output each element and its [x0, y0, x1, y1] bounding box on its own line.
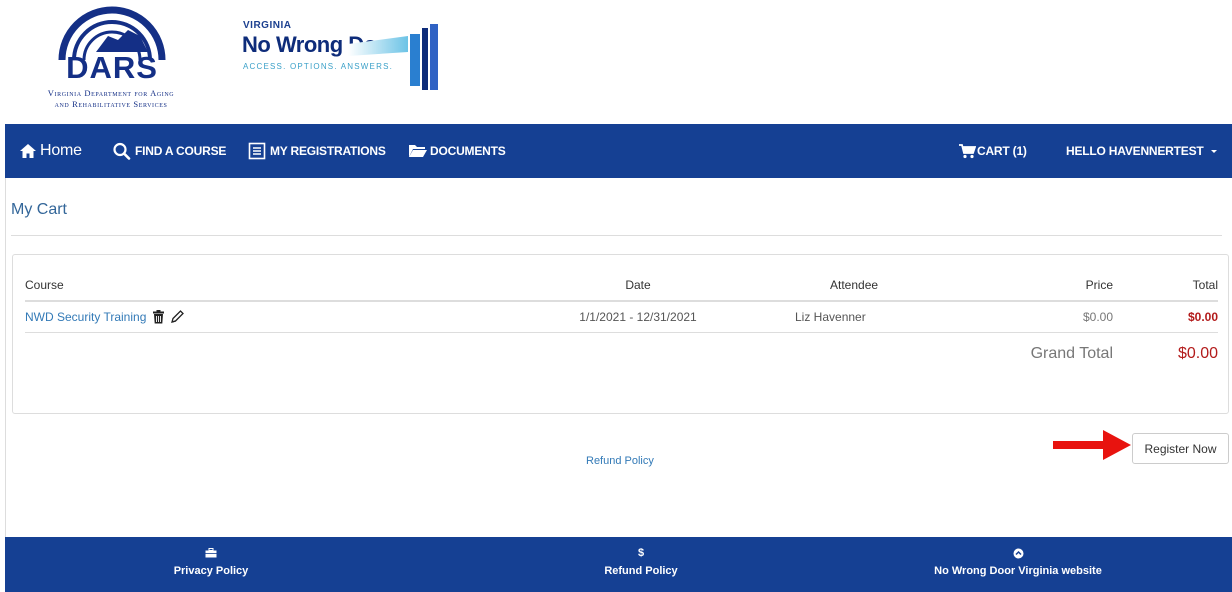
nwd-logo-state: VIRGINIA	[243, 20, 292, 31]
folder-open-icon	[409, 145, 427, 157]
red-arrow-annotation	[1053, 430, 1131, 460]
home-icon	[20, 144, 36, 158]
main-navbar: Home FIND A COURSE MY REGISTRATIONS DOCU…	[5, 124, 1232, 178]
nav-home[interactable]: Home	[19, 124, 82, 178]
grand-total-spacer-2	[481, 332, 795, 376]
nav-find-course[interactable]: FIND A COURSE	[112, 124, 226, 178]
trash-icon[interactable]	[152, 309, 165, 324]
cart-item-attendee: Liz Havenner	[795, 301, 945, 333]
briefcase-icon	[205, 548, 217, 558]
grand-total-value: $0.00	[1177, 345, 1218, 363]
nav-my-registrations-label: MY REGISTRATIONS	[270, 144, 386, 158]
header-date: Date	[481, 269, 795, 302]
table-row: NWD Security Training 1/1/2021 - 12/31/2…	[25, 301, 1218, 333]
cart-table-header: Course Date Attendee Price Total	[25, 269, 1218, 302]
nwd-logo[interactable]: VIRGINIA No Wrong Door ACCESS. OPTIONS. …	[238, 20, 458, 100]
cart-item-course-link[interactable]: NWD Security Training	[25, 310, 146, 324]
site-header: DARS Virginia Department for Aging and R…	[0, 0, 1232, 124]
dars-wordmark: DARS	[66, 50, 158, 85]
dars-subtitle-line1: Virginia Department for Aging	[47, 88, 175, 98]
nav-user-menu[interactable]: HELLO HAVENNERTEST	[1066, 124, 1219, 178]
site-footer: Privacy Policy $ Refund Policy No Wrong …	[5, 537, 1232, 592]
list-icon	[248, 142, 266, 160]
nav-find-course-label: FIND A COURSE	[135, 144, 227, 158]
footer-privacy-policy[interactable]: Privacy Policy	[91, 545, 331, 577]
nwd-door-icon	[348, 24, 438, 90]
cart-item-course-cell: NWD Security Training	[25, 301, 481, 333]
cart-item-date: 1/1/2021 - 12/31/2021	[481, 301, 795, 333]
footer-refund-policy[interactable]: $ Refund Policy	[521, 545, 761, 577]
dars-subtitle-line2: and Rehabilitative Services	[54, 99, 168, 109]
header-course: Course	[25, 269, 481, 302]
header-price: Price	[945, 269, 1113, 302]
register-now-button[interactable]: Register Now	[1132, 433, 1229, 464]
footer-privacy-label: Privacy Policy	[173, 565, 249, 577]
dollar-icon: $	[637, 547, 645, 559]
grand-total-label: Grand Total	[1030, 345, 1113, 363]
grand-total-row: Grand Total $0.00	[25, 332, 1218, 376]
cart-item-price: $0.00	[945, 301, 1113, 333]
nav-cart[interactable]: CART (1)	[958, 124, 1027, 178]
grand-total-spacer-3	[795, 332, 945, 376]
cart-panel: Course Date Attendee Price Total NWD Sec…	[12, 254, 1229, 414]
caret-down-icon	[1210, 150, 1217, 153]
header-attendee: Attendee	[795, 269, 945, 302]
search-icon	[113, 142, 131, 160]
header-total: Total	[1113, 269, 1218, 302]
grand-total-spacer-1	[25, 332, 481, 376]
main-content: My Cart Course Date Attendee Price Total…	[5, 178, 1232, 537]
title-divider	[11, 235, 1222, 236]
circle-arrow-icon	[1013, 548, 1023, 558]
nav-documents[interactable]: DOCUMENTS	[408, 124, 506, 178]
refund-policy-link[interactable]: Refund Policy	[586, 455, 654, 467]
edit-pencil-icon[interactable]	[170, 309, 185, 324]
nav-documents-label: DOCUMENTS	[430, 144, 506, 158]
cart-icon	[959, 144, 976, 159]
nav-home-label: Home	[40, 142, 82, 159]
cart-item-total: $0.00	[1113, 301, 1218, 333]
footer-refund-label: Refund Policy	[604, 565, 678, 577]
page-title: My Cart	[11, 201, 67, 218]
footer-nwd-website[interactable]: No Wrong Door Virginia website	[898, 545, 1138, 577]
footer-nwd-label: No Wrong Door Virginia website	[934, 565, 1102, 577]
nav-user-label: HELLO HAVENNERTEST	[1066, 144, 1204, 158]
nav-cart-label: CART (1)	[977, 144, 1027, 158]
dars-logo[interactable]: DARS Virginia Department for Aging and R…	[6, 4, 216, 118]
nav-my-registrations[interactable]: MY REGISTRATIONS	[248, 124, 386, 178]
cart-table: Course Date Attendee Price Total NWD Sec…	[25, 269, 1218, 376]
dars-subtitle: Virginia Department for Aging and Rehabi…	[6, 88, 216, 110]
